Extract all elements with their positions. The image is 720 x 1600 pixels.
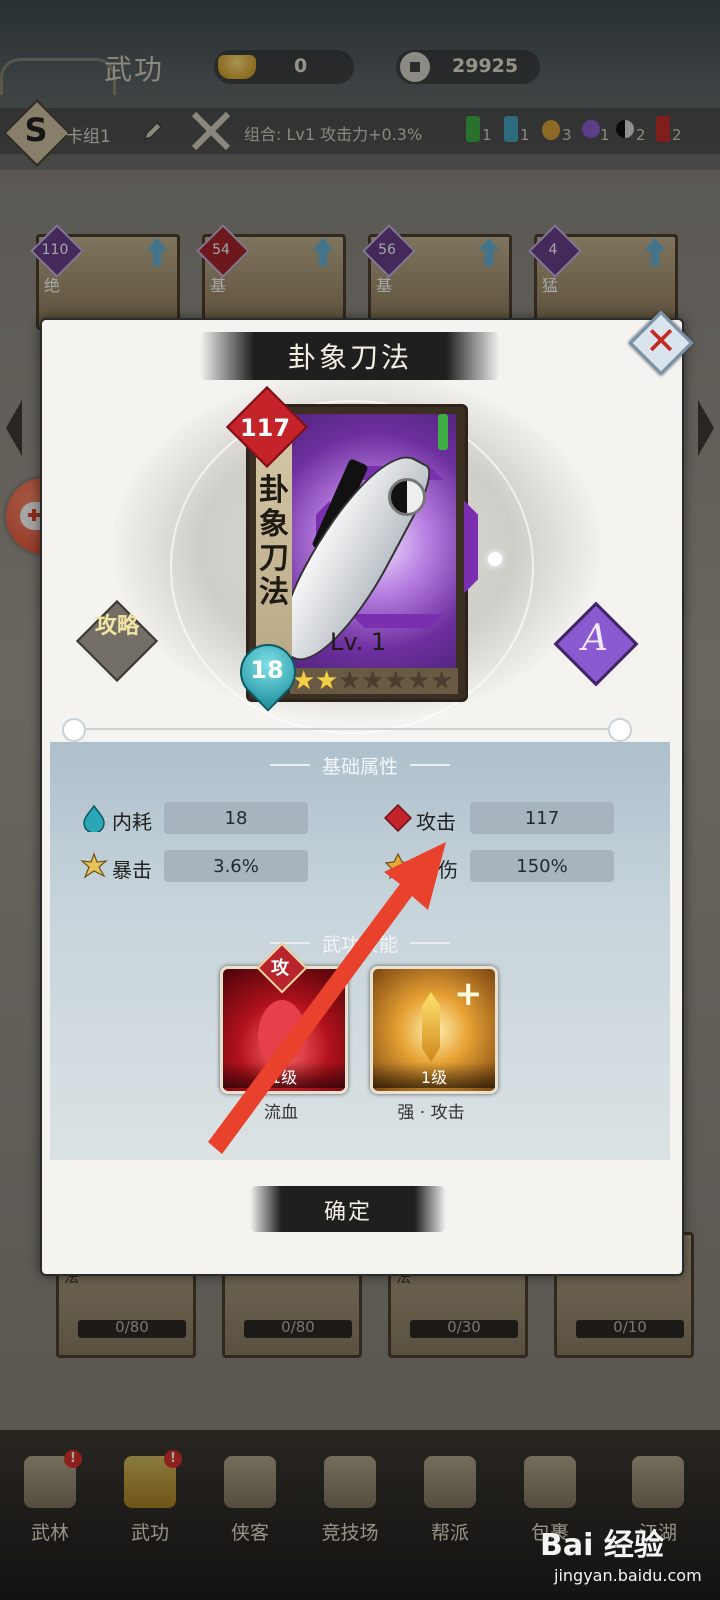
stat-value-crit: 3.6%: [213, 856, 259, 877]
crit-burst-icon: [80, 852, 108, 879]
skill-name: 流血: [264, 1103, 298, 1123]
section-header: 基础属性: [321, 756, 398, 778]
divider-dot: [62, 718, 86, 742]
star-filled-icon: ★: [315, 666, 339, 696]
confirm-label[interactable]: 确定: [250, 1194, 446, 1226]
stat-value-crit-damage: 150%: [516, 856, 568, 877]
skill-name: 强 · 攻击: [397, 1103, 465, 1123]
red-diamond-icon: [384, 804, 412, 832]
stat-label-crit: 暴击: [112, 858, 152, 882]
skill-level: 1级: [270, 1068, 298, 1087]
star-empty-icon: ★: [361, 666, 385, 696]
card-attack-value: 117: [239, 414, 291, 442]
yinyang-icon: [388, 478, 426, 516]
card-level: Lv. 1: [330, 628, 387, 656]
golden-sword-icon: [422, 992, 440, 1062]
cloud-ornament-icon: [410, 942, 450, 944]
plus-icon: +: [454, 974, 483, 1014]
section-header: 武功技能: [321, 934, 398, 956]
baidu-watermark: Bai 经验: [540, 1528, 664, 1563]
guide-label[interactable]: 攻略: [82, 612, 152, 642]
green-sword-icon: [438, 414, 448, 450]
glow-dot: [488, 552, 502, 566]
crit-damage-icon: [384, 852, 412, 880]
cloud-ornament-icon: [410, 764, 450, 766]
stat-label-crit-damage: 伤: [438, 858, 458, 882]
stat-label-attack: 攻击: [416, 810, 456, 834]
divider-dot: [608, 718, 632, 742]
star-empty-icon: ★: [384, 666, 408, 696]
dialog-title: 卦象刀法: [287, 341, 412, 374]
card-cost-value: 18: [250, 656, 284, 684]
star-empty-icon: ★: [430, 666, 454, 696]
skill-badge-label: 攻: [271, 958, 289, 979]
star-empty-icon: ★: [407, 666, 431, 696]
skill-level: 1级: [420, 1068, 448, 1087]
stat-label-internal: 内耗: [112, 810, 152, 834]
star-empty-icon: ★: [338, 666, 362, 696]
baidu-watermark-url: jingyan.baidu.com: [554, 1566, 702, 1585]
stat-value-attack: 117: [524, 808, 560, 829]
close-icon[interactable]: ✕: [638, 318, 684, 364]
stat-value-internal: 18: [224, 808, 248, 829]
water-drop-icon: [83, 804, 105, 832]
divider: [70, 728, 620, 730]
card-name: 卦象刀法: [259, 473, 289, 610]
rank-label: A: [582, 618, 608, 659]
